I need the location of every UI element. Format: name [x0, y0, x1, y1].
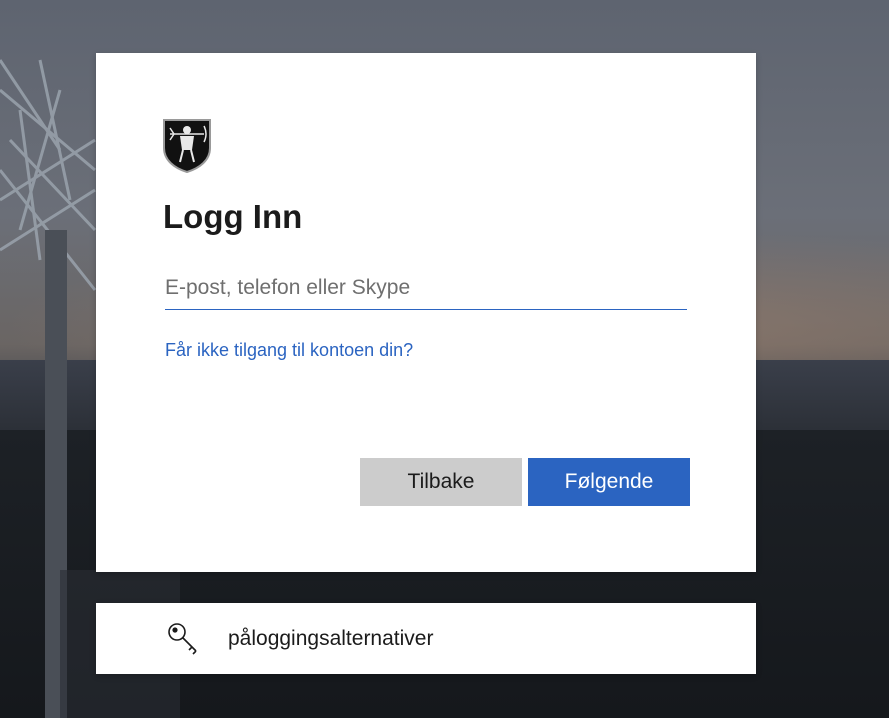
- email-phone-skype-input[interactable]: [165, 267, 687, 310]
- sign-in-options-label: påloggingsalternativer: [228, 627, 434, 650]
- key-icon: [168, 623, 197, 655]
- sign-in-card: Logg Inn Får ikke tilgang til kontoen di…: [96, 53, 756, 572]
- back-button[interactable]: Tilbake: [360, 458, 522, 506]
- cant-access-account-link[interactable]: Får ikke tilgang til kontoen din?: [165, 340, 413, 361]
- municipality-shield-logo: [163, 119, 211, 173]
- sign-in-options-button[interactable]: påloggingsalternativer: [96, 603, 756, 674]
- page-title: Logg Inn: [163, 198, 303, 235]
- next-button[interactable]: Følgende: [528, 458, 690, 506]
